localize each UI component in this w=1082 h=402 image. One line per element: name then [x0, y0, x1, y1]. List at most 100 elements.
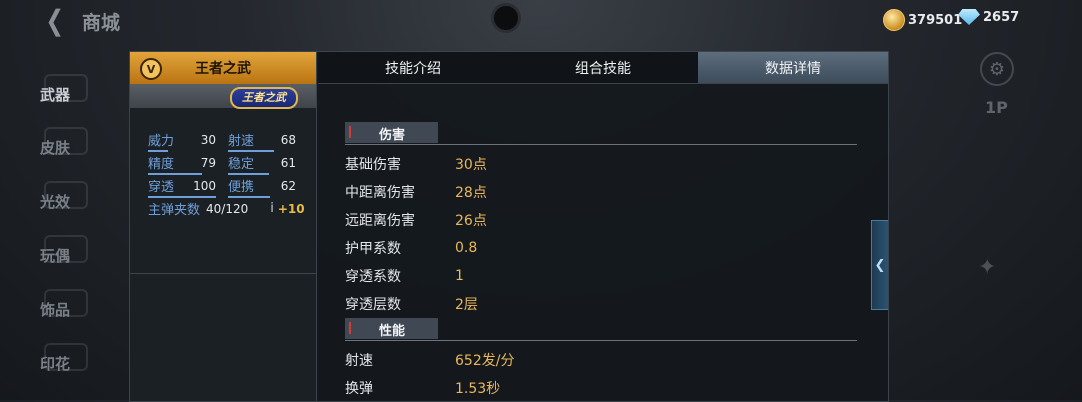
detail-row: 射速 652发/分: [345, 346, 865, 374]
stat-portability: 便携 62: [228, 176, 308, 198]
top-bar: ❮ 商城 379501 2657: [0, 0, 1082, 42]
weapon-stats: 威力 30 射速 68 精度 79 稳定 61 穿透 100 便携 62 主弹夹…: [148, 128, 308, 220]
stat-row: 精度 79 稳定 61: [148, 151, 308, 175]
section-divider: [345, 144, 857, 145]
category-weapon[interactable]: 武器: [0, 70, 110, 118]
detail-row: 穿透层数 2层: [345, 290, 865, 318]
brand-logo-icon: ✦: [978, 255, 997, 280]
detail-tabs: 技能介绍 组合技能 数据详情: [318, 52, 888, 84]
rank-badge: V: [140, 58, 162, 80]
view-1p-button[interactable]: 1P: [985, 98, 1008, 117]
stat-value: 79: [200, 155, 216, 170]
detail-label: 中距离伤害: [345, 185, 415, 201]
detail-label: 护甲系数: [345, 241, 401, 257]
back-button[interactable]: ❮: [38, 7, 72, 35]
stat-bar: [148, 196, 216, 198]
section-marker: [349, 126, 351, 138]
tab-combo-skill[interactable]: 组合技能: [508, 52, 698, 83]
data-details: 伤害 基础伤害 30点 中距离伤害 28点 远距离伤害 26点 护甲系数 0.8…: [345, 122, 865, 402]
detail-row: 远距离伤害 26点: [345, 206, 865, 234]
stat-bar: [228, 173, 270, 175]
category-label: 玩偶: [39, 246, 70, 265]
category-menu: 武器 皮肤 光效 玩偶 饰品 印花: [0, 50, 110, 400]
detail-value: 26点: [455, 213, 487, 229]
diamond-amount: 2657: [983, 9, 1020, 25]
section-divider: [345, 340, 857, 341]
weapon-header: V 王者之武: [130, 52, 316, 84]
stat-accuracy: 精度 79: [148, 153, 228, 175]
chevron-left-icon: ❮: [874, 257, 886, 273]
camera-notch: [494, 6, 518, 30]
detail-label: 基础伤害: [345, 157, 401, 173]
coin-icon: [883, 9, 905, 31]
detail-label: 穿透系数: [345, 269, 401, 285]
category-skin[interactable]: 皮肤: [0, 123, 110, 171]
stat-value: 61: [280, 155, 296, 170]
ammo-bonus: +10: [277, 201, 305, 216]
stat-bar: [148, 173, 202, 175]
detail-label: 换弹: [345, 381, 373, 397]
detail-value: 0.8: [455, 240, 478, 256]
detail-row: 穿透系数 1: [345, 262, 865, 290]
stat-value: 62: [280, 178, 296, 193]
weapon-badge: 王者之武: [230, 87, 298, 109]
stat-label: 精度: [148, 157, 175, 172]
detail-row: 中距离伤害 28点: [345, 178, 865, 206]
stat-label: 威力: [148, 134, 175, 149]
diamond-icon: [958, 9, 980, 25]
weapon-detail-panel: V 王者之武 王者之武 威力 30 射速 68 精度 79 稳定 61 穿透 1…: [129, 51, 889, 402]
detail-value: 2层: [455, 297, 478, 313]
ammo-label: 主弹夹数: [148, 203, 201, 218]
category-decal[interactable]: 印花: [0, 339, 110, 387]
section-title: 伤害: [379, 128, 406, 143]
detail-label: 穿透层数: [345, 297, 401, 313]
settings-icon[interactable]: ⚙: [980, 52, 1014, 86]
chevron-left-icon: ❮: [45, 4, 65, 37]
category-effect[interactable]: 光效: [0, 177, 110, 225]
detail-row: 护甲系数 0.8: [345, 234, 865, 262]
info-icon[interactable]: i: [270, 201, 274, 216]
category-label: 武器: [39, 85, 70, 104]
coin-balance: 379501: [883, 9, 962, 31]
page-title: 商城: [82, 12, 121, 34]
category-label: 饰品: [39, 300, 70, 319]
stat-label: 射速: [228, 134, 255, 149]
category-label: 印花: [39, 354, 70, 373]
category-doll[interactable]: 玩偶: [0, 231, 110, 279]
card-divider: [130, 273, 316, 274]
detail-label: 远距离伤害: [345, 213, 415, 229]
stat-label: 便携: [228, 180, 255, 195]
collapse-panel-button[interactable]: ❮: [871, 220, 888, 310]
stat-label: 稳定: [228, 157, 255, 172]
stat-label: 穿透: [148, 180, 175, 195]
detail-label: 射速: [345, 353, 373, 369]
detail-value: 30点: [455, 157, 487, 173]
stat-stability: 稳定 61: [228, 153, 308, 175]
weapon-subheader: 王者之武: [130, 84, 316, 109]
diamond-balance: 2657: [958, 9, 1019, 25]
stat-value: 68: [280, 132, 296, 147]
section-title: 性能: [379, 324, 406, 339]
ammo-value: 40/120: [206, 201, 249, 216]
coin-amount: 379501: [908, 12, 963, 28]
stat-bar: [228, 150, 275, 152]
tab-skill-intro[interactable]: 技能介绍: [318, 52, 508, 83]
detail-value: 28点: [455, 185, 487, 201]
detail-value: 1.53秒: [455, 381, 501, 397]
category-accessory[interactable]: 饰品: [0, 285, 110, 333]
section-header: 伤害: [345, 122, 865, 145]
category-label: 皮肤: [39, 138, 70, 157]
weapon-card: V 王者之武 王者之武 威力 30 射速 68 精度 79 稳定 61 穿透 1…: [130, 52, 317, 401]
stat-penetration: 穿透 100: [148, 176, 228, 198]
category-label: 光效: [39, 192, 70, 211]
stat-row: 穿透 100 便携 62: [148, 174, 308, 198]
stat-value: 100: [193, 178, 216, 193]
stat-bar: [228, 196, 271, 198]
stat-row: 威力 30 射速 68: [148, 128, 308, 152]
detail-value: 652发/分: [455, 353, 515, 369]
section-marker: [349, 322, 351, 334]
stat-bar: [148, 150, 169, 152]
detail-value: 1: [455, 268, 464, 284]
detail-row: 换弹 1.53秒: [345, 374, 865, 402]
tab-data-details[interactable]: 数据详情: [698, 52, 888, 83]
